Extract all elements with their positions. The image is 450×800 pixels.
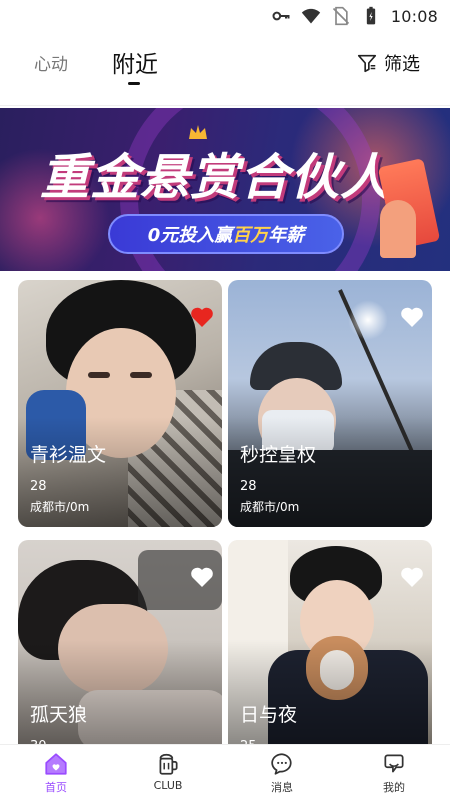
profile-icon [384, 754, 404, 773]
user-card[interactable]: 秒控皇权 28 成都市/0m [228, 280, 432, 527]
clock: 10:08 [390, 6, 438, 26]
home-icon [45, 753, 67, 775]
filter-label: 筛选 [384, 54, 420, 75]
banner-title: 重金悬赏合伙人 [40, 149, 391, 206]
user-location: 成都市/0m [240, 500, 300, 514]
user-card[interactable]: 青衫温文 28 成都市/0m [18, 280, 222, 527]
tab-nearby[interactable]: 附近 [112, 45, 158, 79]
key-icon [272, 11, 290, 21]
user-location: 成都市/0m [30, 500, 90, 514]
active-tab-indicator [128, 82, 140, 85]
status-bar: 10:08 [0, 0, 450, 32]
user-name: 日与夜 [240, 704, 298, 726]
battery-icon [366, 6, 376, 25]
heart-icon[interactable] [400, 306, 424, 328]
user-age: 28 [240, 479, 257, 494]
chat-bubble-icon [271, 753, 292, 775]
user-age: 28 [30, 479, 47, 494]
beer-icon [159, 753, 178, 775]
nav-club-label: CLUB [153, 779, 183, 792]
bottom-navigation: 首页 CLUB 消息 我的 [0, 744, 450, 800]
user-name: 孤天狼 [30, 704, 88, 726]
nav-messages-label: 消息 [271, 781, 293, 794]
nav-messages[interactable]: 消息 [242, 751, 322, 795]
nav-home-label: 首页 [45, 781, 67, 794]
filter-button[interactable]: 筛选 [356, 50, 420, 76]
user-card[interactable]: 孤天狼 30 [18, 540, 222, 750]
nav-club[interactable]: CLUB [128, 751, 208, 792]
top-header: 心动 附近 筛选 [0, 32, 450, 106]
nav-home[interactable]: 首页 [16, 751, 96, 795]
wifi-icon [301, 8, 321, 24]
user-name: 青衫温文 [30, 444, 107, 466]
nav-profile-label: 我的 [383, 781, 405, 794]
heart-icon[interactable] [190, 566, 214, 588]
heart-icon[interactable] [190, 306, 214, 328]
filter-icon [357, 54, 377, 73]
promo-banner[interactable]: 重金悬赏合伙人 0元投入赢 百万 年薪 [0, 108, 450, 271]
no-sim-icon [332, 6, 349, 26]
heart-icon[interactable] [400, 566, 424, 588]
person-illustration [380, 200, 416, 258]
user-name: 秒控皇权 [240, 444, 317, 466]
nav-profile[interactable]: 我的 [354, 751, 434, 795]
tab-heartbeat[interactable]: 心动 [34, 50, 68, 75]
user-card[interactable]: 日与夜 25 [228, 540, 432, 750]
banner-subtitle: 0元投入赢 百万 年薪 [108, 214, 344, 254]
